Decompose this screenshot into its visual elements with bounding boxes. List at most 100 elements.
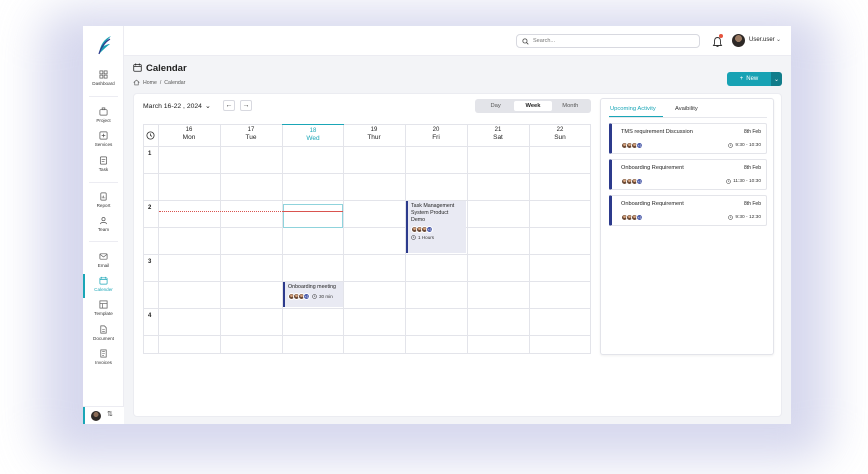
- attendee-avatars: +3: [288, 293, 310, 300]
- tab-availability[interactable]: Avaibility: [675, 106, 698, 112]
- tab-day[interactable]: Day: [477, 101, 514, 111]
- new-button[interactable]: + New: [727, 72, 771, 86]
- activity-title: TMS requirement Discussion: [621, 129, 693, 135]
- date-range-selector[interactable]: March 16-22 , 2024 ⌄: [143, 102, 211, 111]
- arrow-left-icon: ←: [225, 102, 233, 109]
- sidebar-item-label: Team: [97, 227, 110, 232]
- search-icon: [522, 37, 529, 45]
- invoice-icon: [100, 349, 107, 358]
- chevron-down-icon: ⌄: [204, 103, 211, 110]
- breadcrumb: Home / Calendar: [133, 79, 185, 86]
- day-header-sun[interactable]: 22 Sun: [529, 124, 591, 146]
- sidebar-item-label: Calender: [94, 287, 113, 292]
- app-window: Dashboard Project Services Task Report T…: [83, 26, 791, 424]
- sidebar-item-invoices[interactable]: Invoices: [83, 349, 124, 371]
- prev-week-button[interactable]: ←: [223, 100, 235, 111]
- calendar-event[interactable]: Task Management System Product Demo +3 1…: [406, 201, 466, 253]
- calendar-icon: [133, 63, 142, 72]
- breadcrumb-home[interactable]: Home: [143, 80, 157, 86]
- tab-upcoming-activity[interactable]: Upcoming Activity: [610, 106, 656, 112]
- calendar-event[interactable]: Onboarding meeting +3 30 min: [283, 282, 343, 307]
- clock-icon: [312, 294, 317, 299]
- search-input[interactable]: [533, 38, 693, 44]
- new-dropdown-button[interactable]: ⌄: [771, 72, 782, 86]
- week-grid: 16 Mon 17 Tue 18 Wed 19 Thur 20 Fri 21 Sat 22 S…: [143, 124, 591, 354]
- tab-week[interactable]: Week: [514, 101, 552, 111]
- search-box[interactable]: [516, 34, 700, 48]
- more-attendees-badge: +3: [426, 226, 433, 233]
- event-title-line: Demo: [411, 217, 426, 223]
- brand-logo: [98, 36, 111, 55]
- current-time-line: [159, 211, 283, 212]
- activity-date: 8th Feb: [744, 129, 761, 135]
- chevron-down-icon: ⌄: [773, 76, 780, 83]
- attendee-avatars: +3: [411, 226, 463, 233]
- date-range-label: March 16-22 , 2024: [143, 102, 202, 110]
- hour-label: 2: [148, 205, 152, 211]
- home-icon[interactable]: [133, 79, 140, 86]
- sidebar-item-task[interactable]: Task: [83, 156, 124, 178]
- event-title-line: Task Management: [411, 203, 455, 209]
- sidebar-item-label: Email: [97, 263, 110, 268]
- services-icon: [99, 131, 108, 140]
- activity-time: 9:30 - 10:30: [735, 143, 761, 148]
- arrow-right-icon: →: [242, 102, 250, 109]
- activity-date: 8th Feb: [744, 201, 761, 207]
- clock-icon: [146, 131, 155, 140]
- calendar-card: March 16-22 , 2024 ⌄ ← → Day Week Month: [133, 93, 782, 417]
- user-name[interactable]: User.user: [749, 37, 775, 43]
- day-header-thur[interactable]: 19 Thur: [343, 124, 405, 146]
- user-avatar[interactable]: [732, 34, 745, 47]
- sidebar-item-dashboard[interactable]: Dashboard: [83, 70, 124, 92]
- topbar: User.user ⌄: [124, 26, 791, 56]
- avatar[interactable]: [91, 411, 101, 421]
- chevron-down-icon[interactable]: ⌄: [776, 36, 781, 43]
- hour-label: 4: [148, 313, 152, 319]
- event-duration: 30 min: [319, 294, 333, 299]
- day-header-fri[interactable]: 20 Fri: [405, 124, 467, 146]
- selected-time-slot[interactable]: [283, 204, 343, 228]
- briefcase-icon: [99, 107, 108, 116]
- notification-bell[interactable]: [712, 34, 723, 47]
- tab-month[interactable]: Month: [552, 101, 589, 111]
- more-attendees-badge: +3: [636, 178, 643, 185]
- clock-icon: [728, 215, 734, 220]
- sidebar-item-document[interactable]: Document: [83, 325, 124, 347]
- sidebar-item-report[interactable]: Report: [83, 192, 124, 214]
- attendee-avatars: +3: [621, 178, 643, 185]
- sidebar-item-template[interactable]: Template: [83, 300, 124, 322]
- hour-label: 1: [148, 151, 152, 157]
- sidebar-item-project[interactable]: Project: [83, 107, 124, 129]
- attendee-avatars: +3: [621, 142, 643, 149]
- document-icon: [100, 325, 107, 334]
- more-attendees-badge: +3: [303, 293, 310, 300]
- day-header-tue[interactable]: 17 Tue: [220, 124, 282, 146]
- day-header-mon[interactable]: 16 Mon: [158, 124, 220, 146]
- activity-time: 11:30 - 10:30: [733, 179, 761, 184]
- template-icon: [99, 300, 108, 309]
- activity-title: Onboarding Requirement: [621, 165, 684, 171]
- swap-icon[interactable]: ⇅: [107, 410, 113, 418]
- sidebar-item-email[interactable]: Email: [83, 252, 124, 274]
- hour-label: 3: [148, 259, 152, 265]
- event-title-line: System Product: [411, 210, 449, 216]
- attendee-avatars: +3: [621, 214, 643, 221]
- sidebar-item-label: Project: [96, 118, 111, 123]
- sidebar-item-label: Dashboard: [92, 81, 115, 86]
- day-header-wed[interactable]: 18 Wed: [282, 124, 344, 146]
- activity-title: Onboarding Requirement: [621, 201, 684, 207]
- plus-icon: +: [739, 76, 744, 82]
- sidebar-item-calender[interactable]: Calender: [83, 274, 124, 298]
- sidebar-item-label: Template: [94, 311, 113, 316]
- day-header-sat[interactable]: 21 Sat: [467, 124, 529, 146]
- grid-icon: [99, 70, 108, 79]
- sidebar-item-services[interactable]: Services: [83, 131, 124, 153]
- activity-card[interactable]: Onboarding Requirement 8th Feb +3 11:30 …: [609, 159, 767, 190]
- activity-card[interactable]: TMS requirement Discussion 8th Feb +3 9:…: [609, 123, 767, 154]
- sidebar: Dashboard Project Services Task Report T…: [83, 26, 124, 424]
- sidebar-item-team[interactable]: Team: [83, 216, 124, 238]
- current-time-marker: [283, 211, 343, 212]
- activity-card[interactable]: Onboarding Requirement 8th Feb +3 9:30 -…: [609, 195, 767, 226]
- next-week-button[interactable]: →: [240, 100, 252, 111]
- more-attendees-badge: +3: [636, 214, 643, 221]
